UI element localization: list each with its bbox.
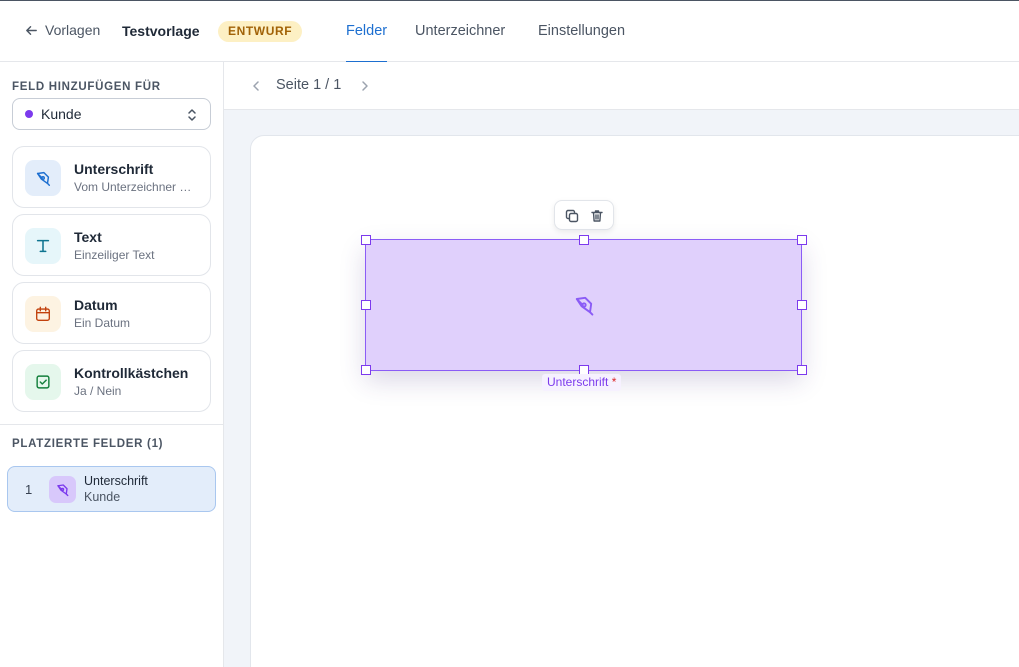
template-title: Testvorlage xyxy=(122,23,200,39)
resize-handle-left[interactable] xyxy=(361,300,371,310)
placed-field-title: Unterschrift xyxy=(84,474,148,488)
status-badge: ENTWURF xyxy=(218,21,303,42)
field-type-title: Datum xyxy=(74,297,118,313)
add-text-field-button[interactable]: Text Einzeiliger Text xyxy=(12,214,211,276)
chevron-right-icon[interactable] xyxy=(358,79,372,93)
calendar-icon xyxy=(36,306,50,321)
back-label: Vorlagen xyxy=(45,22,101,38)
text-t-icon xyxy=(36,239,50,253)
signature-field-box[interactable] xyxy=(365,239,802,371)
add-signature-field-button[interactable]: Unterschrift Vom Unterzeichner … xyxy=(12,146,211,208)
signature-icon-tile xyxy=(25,160,61,196)
resize-handle-bottom-right[interactable] xyxy=(797,365,807,375)
field-type-subtitle: Ein Datum xyxy=(74,316,131,330)
placed-field-item[interactable]: 1 Unterschrift Kunde xyxy=(7,466,216,512)
tab-unterzeichner[interactable]: Unterzeichner xyxy=(415,1,505,62)
text-icon-tile xyxy=(25,228,61,264)
chevron-left-icon[interactable] xyxy=(249,79,263,93)
signature-field-label-text: Unterschrift xyxy=(547,375,609,389)
placed-fields-heading: PLATZIERTE FELDER (1) xyxy=(12,438,164,450)
page-indicator: Seite 1 / 1 xyxy=(276,77,342,93)
arrow-left-icon xyxy=(26,25,37,35)
chevron-up-down-icon xyxy=(188,109,196,121)
checkbox-icon xyxy=(36,375,50,389)
field-type-subtitle: Einzeiliger Text xyxy=(74,248,155,262)
resize-handle-right[interactable] xyxy=(797,300,807,310)
signer-select[interactable]: Kunde xyxy=(12,98,211,130)
tab-felder[interactable]: Felder xyxy=(346,1,388,63)
trash-icon[interactable] xyxy=(589,208,605,224)
add-checkbox-field-button[interactable]: Kontrollkästchen Ja / Nein xyxy=(12,350,211,412)
copy-icon[interactable] xyxy=(564,208,580,224)
pen-nib-icon xyxy=(575,296,594,316)
placed-field-number: 1 xyxy=(25,482,33,497)
resize-handle-bottom-left[interactable] xyxy=(361,365,371,375)
top-bar: Vorlagen Testvorlage ENTWURF Felder Unte… xyxy=(0,0,1019,63)
back-to-templates-link[interactable]: Vorlagen xyxy=(24,22,100,38)
signature-field-label: Unterschrift * xyxy=(542,374,622,391)
pen-nib-icon xyxy=(57,484,69,497)
pen-nib-icon xyxy=(36,171,51,186)
placed-field-icon-tile xyxy=(49,476,76,503)
field-type-subtitle: Ja / Nein xyxy=(74,384,122,398)
signer-select-value: Kunde xyxy=(41,106,82,122)
field-toolbar xyxy=(554,200,614,230)
resize-handle-top-left[interactable] xyxy=(361,235,371,245)
add-field-heading: FELD HINZUFÜGEN FÜR xyxy=(12,81,161,93)
tab-einstellungen[interactable]: Einstellungen xyxy=(538,1,625,62)
field-type-title: Kontrollkästchen xyxy=(74,365,189,381)
document-page[interactable] xyxy=(250,135,1019,667)
add-date-field-button[interactable]: Datum Ein Datum xyxy=(12,282,211,344)
date-icon-tile xyxy=(25,296,61,332)
field-type-title: Unterschrift xyxy=(74,161,154,177)
checkbox-icon-tile xyxy=(25,364,61,400)
field-sidebar: FELD HINZUFÜGEN FÜR Kunde Unterschrift V… xyxy=(0,62,224,667)
placed-field-signer: Kunde xyxy=(84,490,121,504)
signer-color-dot xyxy=(25,110,33,118)
resize-handle-top[interactable] xyxy=(579,235,589,245)
required-marker: * xyxy=(611,375,617,389)
page-navigator: Seite 1 / 1 xyxy=(224,62,1019,110)
sidebar-divider xyxy=(0,424,223,425)
field-type-subtitle: Vom Unterzeichner … xyxy=(74,180,192,194)
resize-handle-top-right[interactable] xyxy=(797,235,807,245)
field-type-title: Text xyxy=(74,229,102,245)
